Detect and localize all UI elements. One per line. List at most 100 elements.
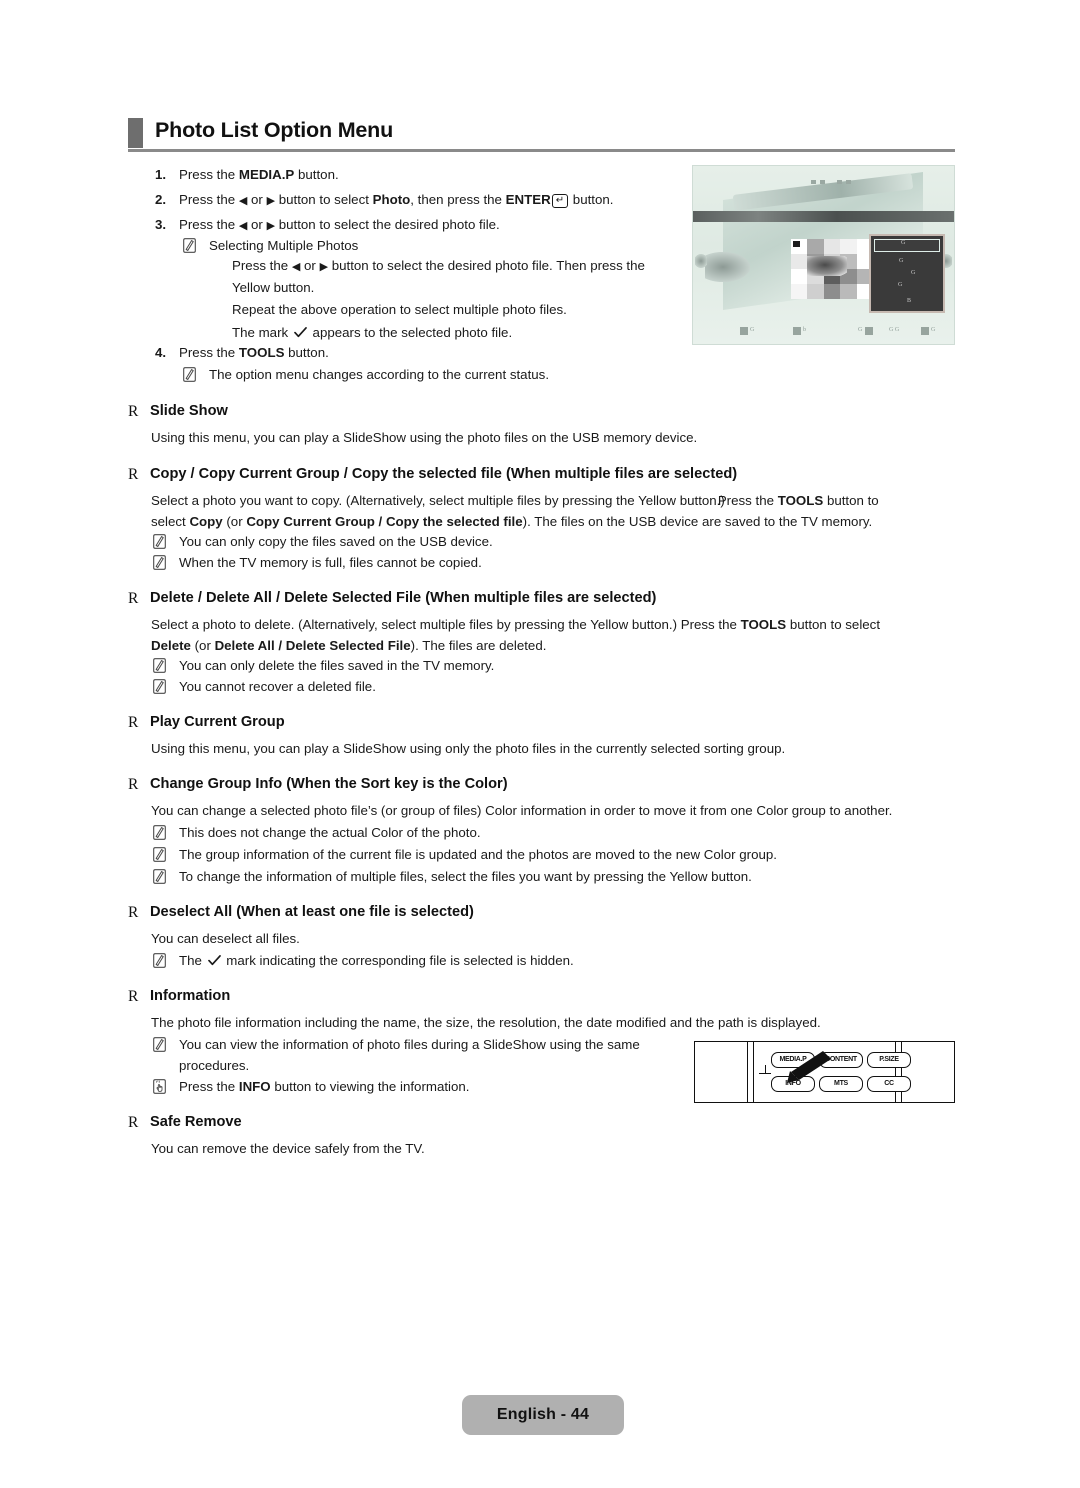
step-text: Press the TOOLS button.: [179, 345, 329, 360]
tv-menu-item-label: G: [901, 240, 906, 246]
section-marker-icon: R: [128, 988, 139, 1005]
section-title: Slide Show: [150, 403, 228, 419]
section-title: Safe Remove: [150, 1114, 242, 1130]
remote-divider-right: [895, 1042, 896, 1102]
copy-line-1: Select a photo you want to copy. (Altern…: [151, 493, 879, 508]
step-number: 2.: [155, 192, 167, 207]
section-marker-icon: R: [128, 904, 139, 921]
section-marker-icon: R: [128, 403, 139, 420]
hand-press-icon: [153, 1079, 166, 1094]
section-body-play-current-group: Using this menu, you can play a SlideSho…: [151, 741, 786, 756]
section-title: Play Current Group: [150, 714, 285, 730]
section-marker-icon: R: [128, 590, 139, 607]
section-body-copy: Select a photo you want to copy. (Altern…: [151, 491, 951, 532]
step-text: Press the MEDIA.P button.: [179, 167, 339, 182]
delete-line-2: Delete (or Delete All / Delete Selected …: [151, 637, 547, 653]
section-title: Copy / Copy Current Group / Copy the sel…: [150, 466, 738, 482]
tv-option-menu-overlay[interactable]: G G G G B: [869, 234, 945, 313]
note-text: You can only delete the files saved in t…: [179, 658, 495, 673]
section-title: Change Group Info (When the Sort key is …: [150, 776, 508, 792]
section-marker-icon: R: [128, 466, 139, 483]
step-number: 1.: [155, 167, 167, 182]
note-pen-icon: [153, 869, 166, 884]
tv-menu-item-label: G: [898, 282, 903, 288]
tv-footer-label: G G: [889, 327, 900, 333]
note-line-1: You can view the information of photo fi…: [179, 1037, 640, 1052]
tv-footer-label: G: [750, 327, 755, 333]
right-arrow-icon: ▶: [266, 195, 276, 207]
checkmark-icon: [294, 324, 307, 337]
remote-callout-tick-base: [759, 1073, 771, 1075]
checkmark-icon: [207, 952, 221, 966]
enter-key-icon: ↵: [551, 194, 569, 208]
manual-page: Photo List Option Menu 1. Press the MEDI…: [0, 0, 1080, 1488]
note-text: Press the INFO button to viewing the inf…: [179, 1079, 470, 1094]
tv-menu-item-label: B: [907, 298, 912, 304]
section-marker-icon: R: [128, 714, 139, 731]
instruction-line-1: Press the ◀ or ▶ button to select the de…: [232, 258, 645, 273]
remote-divider-left: [747, 1042, 748, 1102]
step-number: 4.: [155, 345, 167, 360]
note-pen-icon: [153, 825, 166, 840]
right-arrow-icon: ▶: [319, 261, 329, 273]
tv-menu-selected-row[interactable]: [874, 239, 940, 252]
note-text: This does not change the actual Color of…: [179, 825, 481, 840]
note-text: Selecting Multiple Photos: [209, 238, 359, 253]
instruction-line-3: Repeat the above operation to select mul…: [232, 302, 567, 317]
tv-left-nav-arrow[interactable]: [695, 254, 707, 268]
note-pen-icon: [153, 953, 166, 968]
header-rule: [128, 149, 955, 152]
remote-divider-right-2: [901, 1042, 902, 1102]
note-text: When the TV memory is full, files cannot…: [179, 555, 482, 570]
note-text: The mark indicating the corresponding fi…: [179, 952, 574, 968]
note-pen-icon: [153, 658, 166, 673]
step-text: Press the ◀ or ▶ button to select Photo,…: [179, 192, 614, 208]
selecting-instructions: Press the ◀ or ▶ button to select the de…: [232, 256, 712, 343]
header-accent-bar: [128, 118, 143, 148]
note-pen-icon: [183, 367, 196, 382]
note-text: You can only copy the files saved on the…: [179, 534, 493, 549]
tv-thumbnail-image: [807, 256, 847, 276]
instruction-line-2: Yellow button.: [232, 279, 315, 295]
tv-menu-item-label: G: [899, 258, 904, 264]
note-pen-icon: [153, 679, 166, 694]
tv-photo-blob: [705, 252, 750, 282]
tv-footer-label: G: [858, 327, 863, 333]
section-body-slide-show: Using this menu, you can play a SlideSho…: [151, 430, 698, 445]
tv-top-dots: [811, 180, 881, 188]
copy-line-2: select Copy (or Copy Current Group / Cop…: [151, 513, 873, 529]
note-text: The option menu changes according to the…: [209, 367, 550, 382]
tv-photo-band: [693, 211, 954, 222]
note-text: The group information of the current fil…: [179, 847, 777, 862]
remote-divider-left-2: [753, 1042, 754, 1102]
note-pen-icon: [153, 534, 166, 549]
tv-footer-label: b: [803, 327, 806, 333]
section-title: Delete / Delete All / Delete Selected Fi…: [150, 590, 657, 606]
section-body-delete: Select a photo to delete. (Alternatively…: [151, 615, 951, 656]
note-text: You cannot recover a deleted file.: [179, 679, 376, 694]
note-pen-icon: [153, 847, 166, 862]
note-pen-icon: [183, 238, 196, 253]
delete-line-1: Select a photo to delete. (Alternatively…: [151, 617, 881, 632]
tv-footer-label: G: [931, 327, 936, 333]
section-body-deselect-all: You can deselect all files.: [151, 931, 300, 946]
section-marker-icon: R: [128, 776, 139, 793]
instruction-line-4: The mark appears to the selected photo f…: [232, 324, 513, 340]
section-title: Deselect All (When at least one file is …: [150, 904, 474, 920]
tv-footer-bar: G b G G G G: [693, 324, 954, 338]
note-line-2: procedures.: [179, 1057, 250, 1073]
tv-photo-list-screenshot: G G G G B G b G G G G: [692, 165, 955, 345]
remote-button-p-size[interactable]: P.SIZE: [867, 1052, 911, 1068]
page-footer: English - 44: [462, 1395, 624, 1435]
remote-button-cc[interactable]: CC: [867, 1076, 911, 1092]
remote-control-diagram: MEDIA.P CONTENT P.SIZE INFO MTS CC: [694, 1041, 955, 1103]
tv-menu-item-label: G: [911, 270, 916, 276]
section-body-safe-remove: You can remove the device safely from th…: [151, 1141, 425, 1156]
page-title: Photo List Option Menu: [155, 118, 394, 142]
note-pen-icon: [153, 555, 166, 570]
step-text: Press the ◀ or ▶ button to select the de…: [179, 217, 500, 232]
step-number: 3.: [155, 217, 167, 232]
tv-selected-thumbnail-marker: [793, 241, 800, 247]
section-body-change-group-info: You can change a selected photo file’s (…: [151, 803, 893, 818]
note-text: To change the information of multiple fi…: [179, 869, 752, 884]
